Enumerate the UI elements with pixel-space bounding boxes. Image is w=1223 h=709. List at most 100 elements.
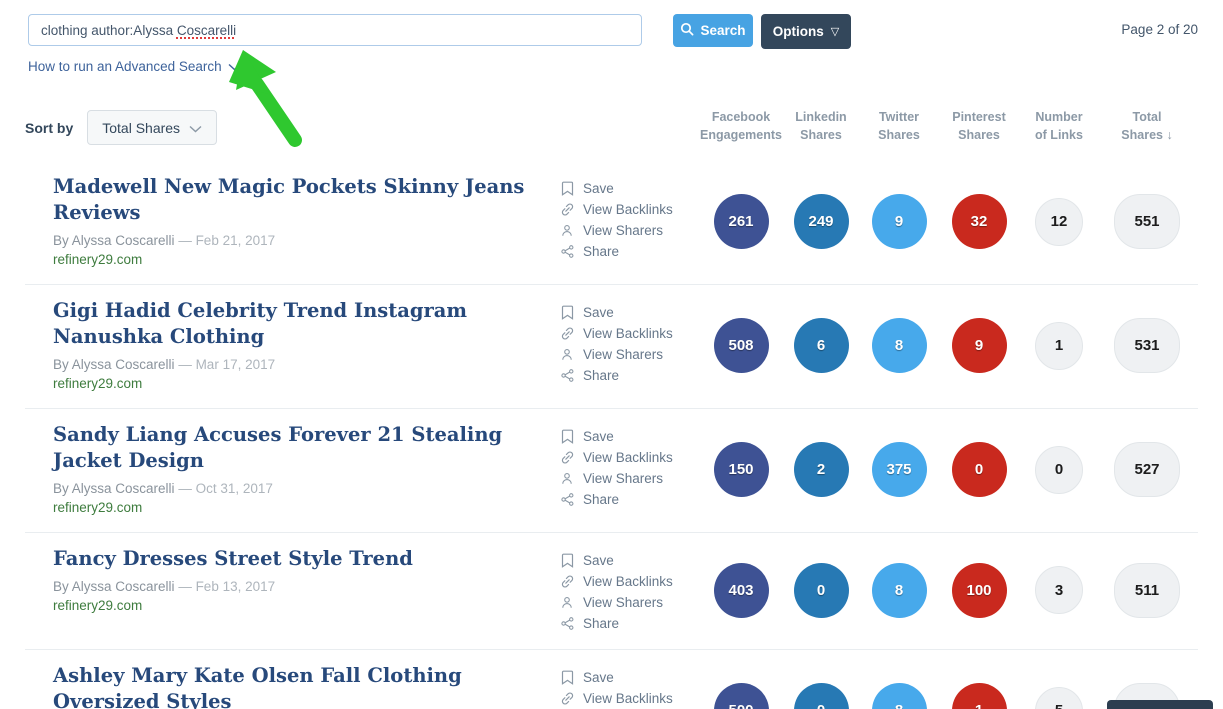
search-button-label: Search [700,23,745,38]
page-indicator: Page 2 of 20 [1121,22,1198,37]
bookmark-icon [559,670,575,685]
view-sharers-link[interactable]: View Sharers [559,344,699,365]
pinterest-shares-badge: 32 [952,194,1007,249]
link-icon [559,202,575,217]
twitter-shares-badge: 8 [872,563,927,618]
result-title-link[interactable]: Gigi Hadid Celebrity Trend Instagram Nan… [53,298,559,350]
linkedin-shares-badge: 0 [794,683,849,709]
save-link[interactable]: Save [559,302,699,323]
result-actions: Save View Backlinks View Sharers Share [559,298,699,386]
total-shares-badge: 527 [1114,442,1180,497]
result-info: Sandy Liang Accuses Forever 21 Stealing … [25,422,559,517]
number-of-links-badge: 3 [1035,566,1083,614]
result-info: Fancy Dresses Street Style Trend By Alys… [25,546,559,615]
result-domain-link[interactable]: refinery29.com [53,376,142,391]
number-of-links-badge: 0 [1035,446,1083,494]
result-title-link[interactable]: Madewell New Magic Pockets Skinny Jeans … [53,174,559,226]
result-info: Ashley Mary Kate Olsen Fall Clothing Ove… [25,663,559,709]
advanced-search-link[interactable]: How to run an Advanced Search [28,59,241,74]
bottom-right-partial-button[interactable] [1107,700,1213,709]
linkedin-shares-badge: 249 [794,194,849,249]
result-row: Sandy Liang Accuses Forever 21 Stealing … [25,408,1198,532]
view-sharers-link[interactable]: View Sharers [559,220,699,241]
linkedin-shares-badge: 0 [794,563,849,618]
total-shares-badge: 531 [1114,318,1180,373]
pinterest-shares-badge: 9 [952,318,1007,373]
search-button[interactable]: Search [673,14,753,47]
facebook-engagements-badge: 403 [714,563,769,618]
sort-dropdown-value: Total Shares [102,120,180,136]
result-actions: Save View Backlinks View Sharers Share [559,546,699,634]
view-backlinks-link[interactable]: View Backlinks [559,447,699,468]
share-nodes-icon [559,244,575,259]
result-title-link[interactable]: Ashley Mary Kate Olsen Fall Clothing Ove… [53,663,559,709]
link-icon [559,574,575,589]
sort-descending-icon: ↓ [1166,128,1172,142]
result-actions: Save View Backlinks View Sharers Share [559,174,699,262]
save-link[interactable]: Save [559,550,699,571]
table-header: Sort by Total Shares FacebookEngagements… [25,98,1198,161]
view-backlinks-link[interactable]: View Backlinks [559,571,699,592]
search-input[interactable]: clothing author:Alyssa Coscarelli [28,14,642,46]
save-link[interactable]: Save [559,178,699,199]
share-nodes-icon [559,492,575,507]
total-shares-badge: 551 [1114,194,1180,249]
result-actions: Save View Backlinks View Sharers Share [559,422,699,510]
number-of-links-badge: 1 [1035,322,1083,370]
facebook-engagements-badge: 261 [714,194,769,249]
result-domain-link[interactable]: refinery29.com [53,252,142,267]
chevron-down-icon [189,120,202,136]
pinterest-shares-badge: 1 [952,683,1007,709]
result-domain-link[interactable]: refinery29.com [53,598,142,613]
column-header-total-shares[interactable]: Total Shares ↓ [1099,98,1195,144]
result-title-link[interactable]: Fancy Dresses Street Style Trend [53,546,413,572]
top-search-bar: clothing author:Alyssa Coscarelli Search… [28,14,1198,48]
share-link[interactable]: Share [559,241,699,262]
share-nodes-icon [559,368,575,383]
results-container: Sort by Total Shares FacebookEngagements… [25,98,1198,709]
person-icon [559,223,575,238]
result-actions: Save View Backlinks View Sharers Share [559,663,699,709]
search-icon [680,22,694,39]
bookmark-icon [559,305,575,320]
result-row: Gigi Hadid Celebrity Trend Instagram Nan… [25,284,1198,408]
view-sharers-link[interactable]: View Sharers [559,468,699,489]
view-backlinks-link[interactable]: View Backlinks [559,199,699,220]
twitter-shares-badge: 8 [872,683,927,709]
share-link[interactable]: Share [559,489,699,510]
result-row: Madewell New Magic Pockets Skinny Jeans … [25,161,1198,284]
link-icon [559,450,575,465]
total-shares-badge: 511 [1114,563,1180,618]
pinterest-shares-badge: 0 [952,442,1007,497]
column-header-linkedin: LinkedinShares [783,98,859,144]
view-backlinks-link[interactable]: View Backlinks [559,688,699,709]
view-sharers-link[interactable]: View Sharers [559,592,699,613]
result-title-link[interactable]: Sandy Liang Accuses Forever 21 Stealing … [53,422,559,474]
facebook-engagements-badge: 150 [714,442,769,497]
triangle-down-icon: ▽ [831,27,839,38]
person-icon [559,347,575,362]
pinterest-shares-badge: 100 [952,563,1007,618]
result-row: Fancy Dresses Street Style Trend By Alys… [25,532,1198,649]
view-backlinks-link[interactable]: View Backlinks [559,323,699,344]
bookmark-icon [559,429,575,444]
column-header-twitter: TwitterShares [859,98,939,144]
sort-by-label: Sort by [25,120,73,136]
save-link[interactable]: Save [559,426,699,447]
linkedin-shares-badge: 6 [794,318,849,373]
bookmark-icon [559,553,575,568]
result-info: Gigi Hadid Celebrity Trend Instagram Nan… [25,298,559,393]
save-link[interactable]: Save [559,667,699,688]
share-link[interactable]: Share [559,613,699,634]
result-info: Madewell New Magic Pockets Skinny Jeans … [25,174,559,269]
options-button[interactable]: Options ▽ [761,14,851,49]
bookmark-icon [559,181,575,196]
share-nodes-icon [559,616,575,631]
share-link[interactable]: Share [559,365,699,386]
result-domain-link[interactable]: refinery29.com [53,500,142,515]
search-results-page: clothing author:Alyssa Coscarelli Search… [0,0,1223,709]
column-header-links: Numberof Links [1019,98,1099,144]
search-query-spellchecked: Coscarelli [177,23,236,38]
sort-dropdown[interactable]: Total Shares [87,110,217,145]
twitter-shares-badge: 375 [872,442,927,497]
